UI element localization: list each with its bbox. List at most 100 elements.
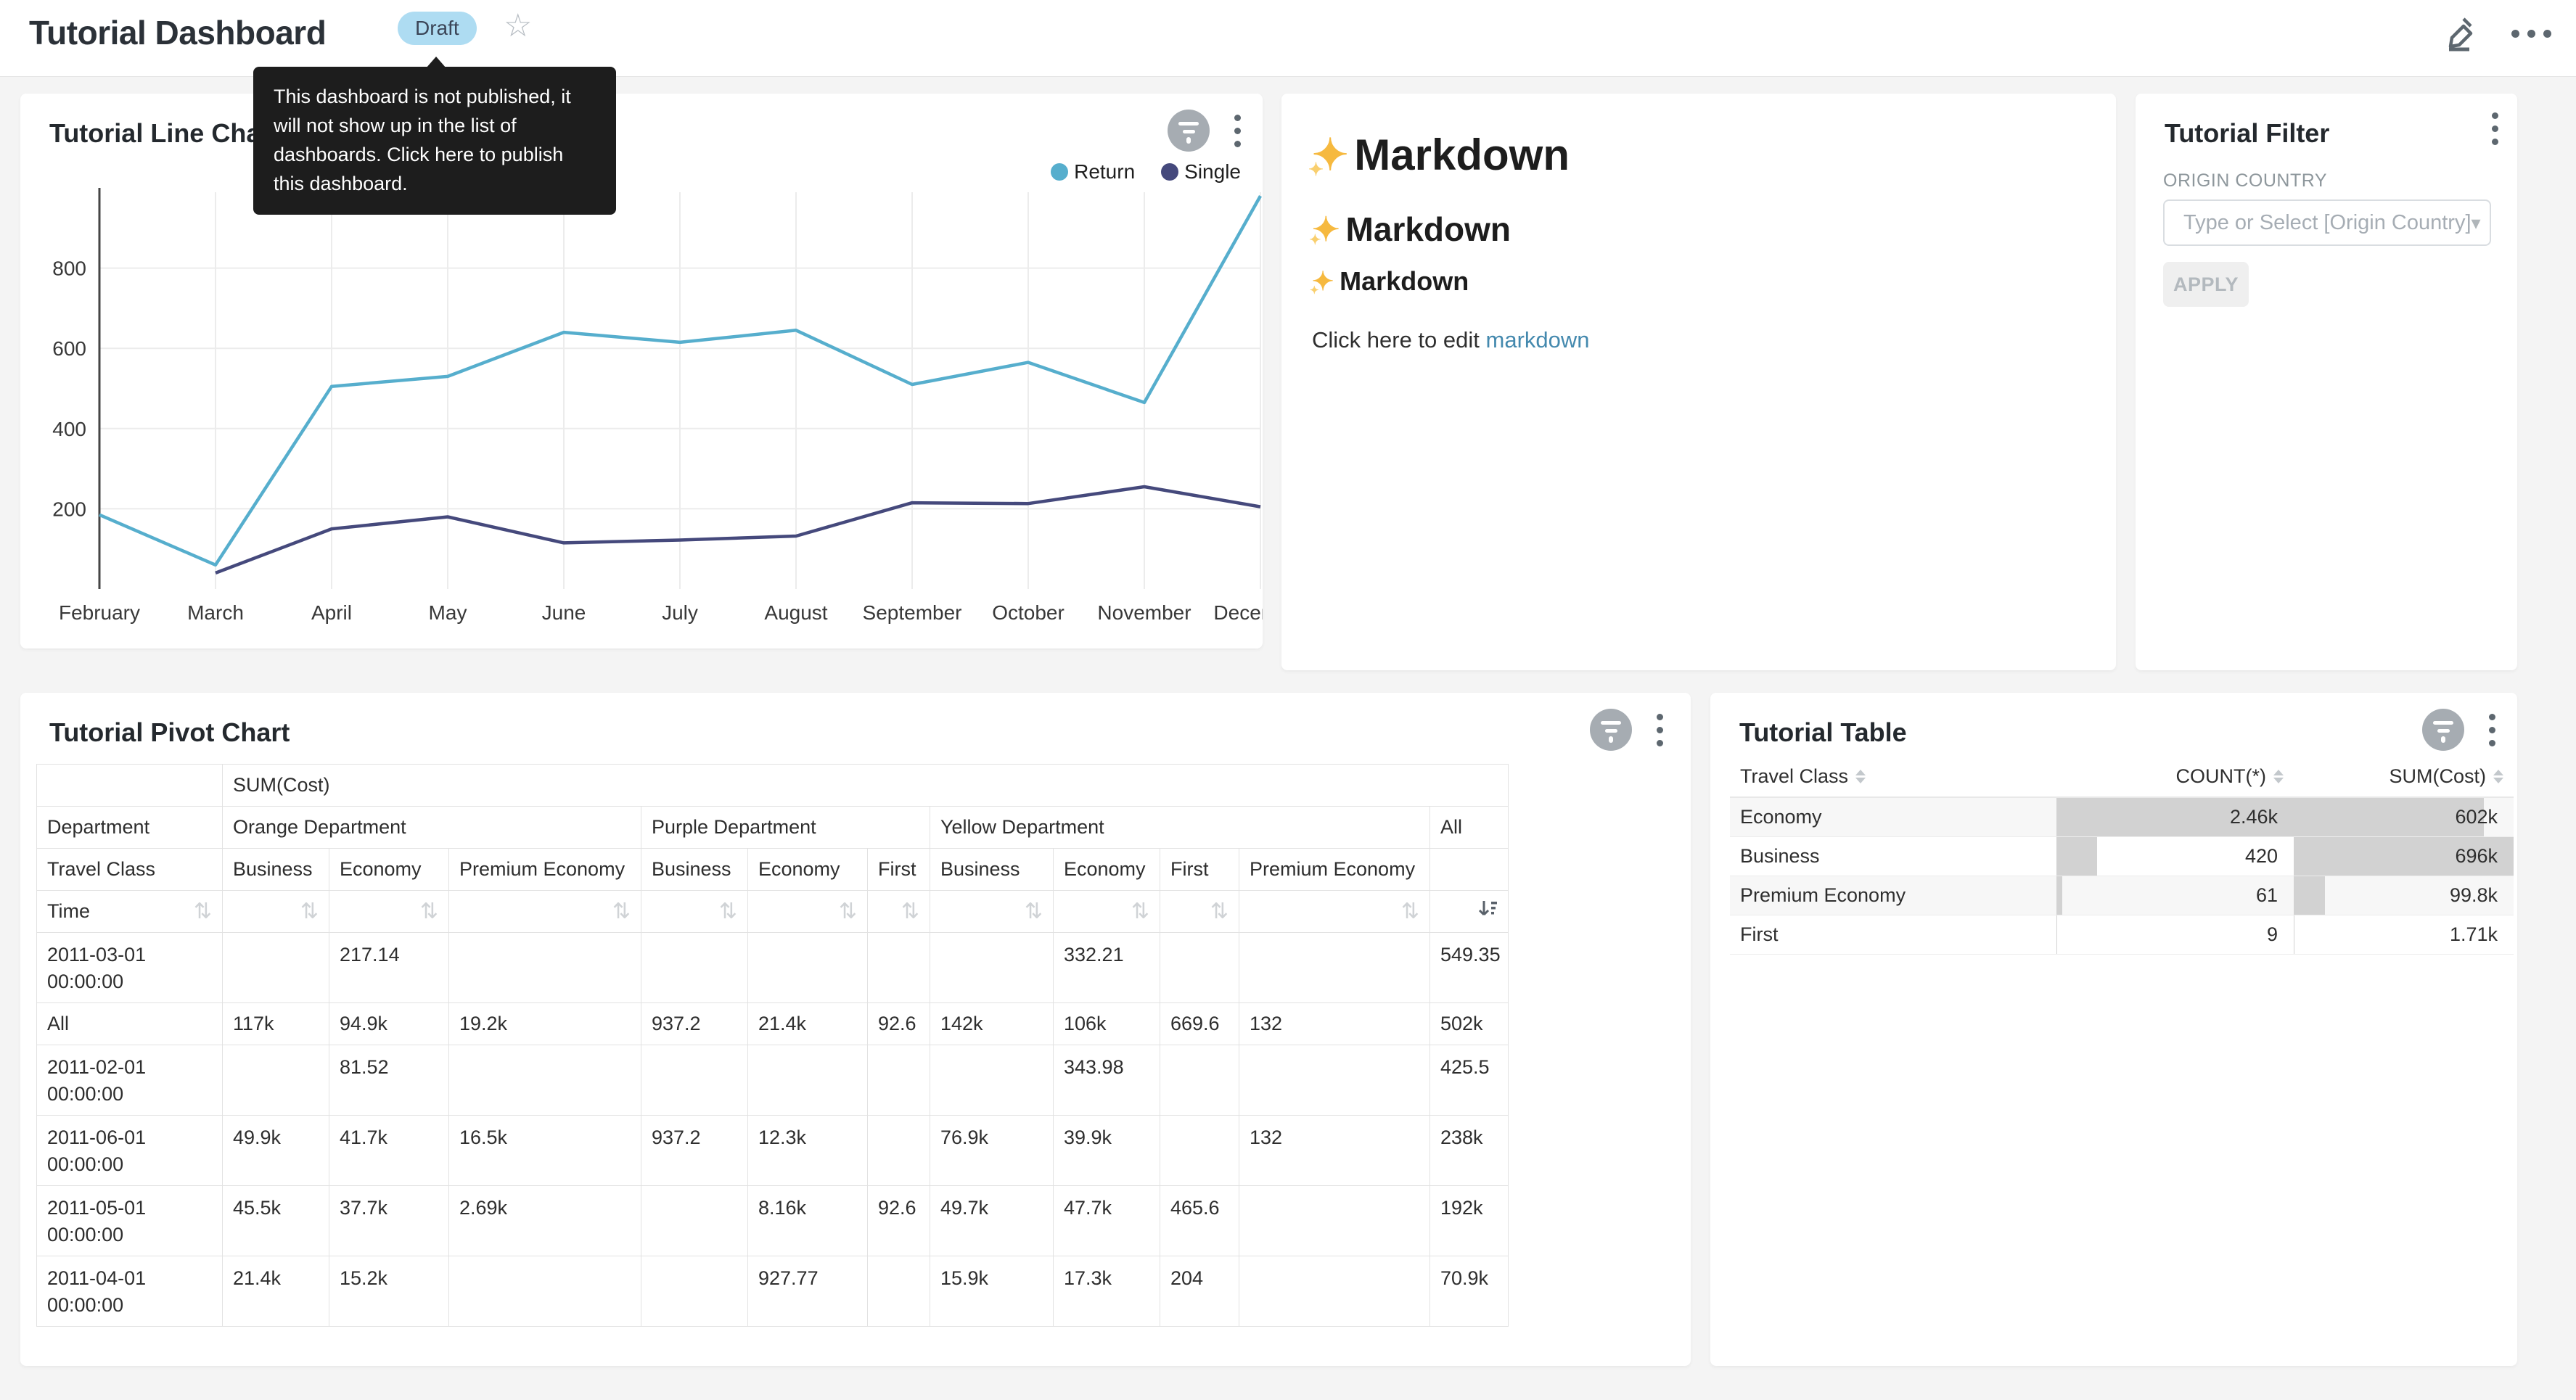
more-options-icon[interactable]: [2511, 12, 2551, 56]
legend-item-single[interactable]: Single: [1161, 160, 1241, 184]
sort-icon[interactable]: ⇅: [1210, 899, 1228, 924]
pivot-value-cell: 927.77: [748, 1256, 868, 1327]
x-axis-tick: June: [542, 601, 586, 624]
cross-filter-icon[interactable]: [1590, 709, 1632, 751]
panel-tutorial-table: Tutorial Table Travel ClassCOUNT(*)SUM(C…: [1710, 693, 2517, 1366]
markdown-h3: ✦Markdown: [1312, 266, 1469, 297]
pivot-value-cell: 332.21: [1054, 933, 1160, 1003]
pivot-row-label: 2011-06-0100:00:00: [37, 1116, 223, 1186]
sort-icon[interactable]: ⇅: [901, 899, 919, 924]
pivot-value-cell: [748, 1045, 868, 1116]
column-label: COUNT(*): [2176, 765, 2266, 788]
x-axis-tick: November: [1097, 601, 1191, 624]
edit-markdown-link[interactable]: markdown: [1486, 327, 1590, 353]
sorter-icon[interactable]: [1855, 770, 1866, 783]
sort-icon[interactable]: ⇅: [612, 899, 631, 924]
pivot-value-cell: [868, 1045, 930, 1116]
sort-desc-active-icon[interactable]: [1477, 898, 1498, 925]
chart-menu-icon[interactable]: [2486, 711, 2498, 749]
pivot-value-cell: 425.5: [1430, 1045, 1509, 1116]
sort-icon[interactable]: ⇅: [420, 899, 438, 924]
x-axis-tick: August: [764, 601, 827, 624]
pivot-value-cell: [641, 933, 748, 1003]
status-badge[interactable]: Draft: [398, 12, 477, 45]
pivot-class-header: First: [1160, 849, 1239, 891]
pivot-sort-cell: ⇅: [748, 891, 868, 933]
pivot-row: 2011-03-0100:00:00217.14332.21549.35: [37, 933, 1509, 1003]
pivot-value-cell: [1239, 933, 1430, 1003]
cross-filter-icon[interactable]: [2422, 709, 2464, 751]
chart-menu-icon[interactable]: [1231, 112, 1244, 150]
pivot-value-cell: 15.2k: [329, 1256, 449, 1327]
pivot-table: SUM(Cost)DepartmentOrange DepartmentPurp…: [36, 764, 1509, 1327]
cell-sum: 696k: [2294, 836, 2514, 876]
pivot-value-cell: [930, 933, 1054, 1003]
sorter-icon[interactable]: [2273, 770, 2284, 783]
pivot-value-cell: 15.9k: [930, 1256, 1054, 1327]
pivot-value-cell: 49.9k: [223, 1116, 329, 1186]
pivot-value-cell: 45.5k: [223, 1186, 329, 1256]
pivot-value-cell: 465.6: [1160, 1186, 1239, 1256]
cell-travel-class: Business: [1730, 836, 2056, 876]
pivot-class-header: Business: [641, 849, 748, 891]
pivot-row-label: All: [37, 1003, 223, 1045]
pivot-value-cell: [449, 1045, 641, 1116]
line-chart-title: Tutorial Line Chart: [49, 118, 279, 149]
pivot-value-cell: 8.16k: [748, 1186, 868, 1256]
pivot-value-cell: [868, 933, 930, 1003]
sort-icon[interactable]: ⇅: [194, 899, 212, 924]
column-label: SUM(Cost): [2390, 765, 2487, 788]
pivot-value-cell: [1239, 1045, 1430, 1116]
sorter-icon[interactable]: [2493, 770, 2503, 783]
pivot-value-cell: [930, 1045, 1054, 1116]
sort-icon[interactable]: ⇅: [839, 899, 857, 924]
column-header-sum-cost-[interactable]: SUM(Cost): [2294, 757, 2514, 797]
table-row: Business420696k: [1730, 836, 2514, 876]
edit-dashboard-icon[interactable]: [2439, 10, 2479, 57]
pivot-row: All117k94.9k19.2k937.221.4k92.6142k106k6…: [37, 1003, 1509, 1045]
column-header-count-[interactable]: COUNT(*): [2056, 757, 2294, 797]
dashboard-header: Tutorial Dashboard Draft ☆: [0, 0, 2576, 77]
sort-icon[interactable]: ⇅: [1025, 899, 1043, 924]
legend-dot: [1051, 163, 1068, 181]
sort-icon[interactable]: ⇅: [300, 899, 319, 924]
legend-item-return[interactable]: Return: [1051, 160, 1135, 184]
data-table: Travel ClassCOUNT(*)SUM(Cost)Economy2.46…: [1730, 757, 2514, 955]
y-axis-tick: 800: [52, 258, 86, 280]
y-axis-tick: 400: [52, 418, 86, 440]
publish-tooltip-text: This dashboard is not published, it will…: [274, 86, 571, 194]
chart-menu-icon[interactable]: [1654, 711, 1666, 749]
pivot-class-header: Economy: [329, 849, 449, 891]
sort-icon[interactable]: ⇅: [719, 899, 737, 924]
origin-country-label: ORIGIN COUNTRY: [2163, 170, 2327, 192]
column-header-travel-class[interactable]: Travel Class: [1730, 757, 2056, 797]
pivot-value-cell: 21.4k: [748, 1003, 868, 1045]
sort-icon[interactable]: ⇅: [1401, 899, 1419, 924]
legend-label: Single: [1184, 160, 1241, 184]
value-bar: [2056, 837, 2097, 876]
sparkles-icon: ✦: [1312, 130, 1348, 181]
pivot-row-label: 2011-02-0100:00:00: [37, 1045, 223, 1116]
x-axis-tick: March: [187, 601, 244, 624]
filter-menu-icon[interactable]: [2489, 110, 2501, 148]
pivot-value-cell: 217.14: [329, 933, 449, 1003]
pivot-value-cell: 937.2: [641, 1116, 748, 1186]
x-axis-tick: December: [1213, 601, 1263, 624]
cross-filter-icon[interactable]: [1168, 110, 1210, 152]
pivot-row-label: 2011-05-0100:00:00: [37, 1186, 223, 1256]
apply-button[interactable]: APPLY: [2163, 262, 2249, 307]
sort-icon[interactable]: ⇅: [1131, 899, 1149, 924]
pivot-value-cell: 92.6: [868, 1003, 930, 1045]
favorite-star-icon[interactable]: ☆: [504, 7, 532, 44]
pivot-time-header: Time⇅: [37, 891, 223, 933]
pivot-value-cell: 669.6: [1160, 1003, 1239, 1045]
legend-dot: [1161, 163, 1178, 181]
pivot-row: 2011-04-0100:00:0021.4k15.2k927.7715.9k1…: [37, 1256, 1509, 1327]
column-label: Travel Class: [1740, 765, 1848, 788]
pivot-value-cell: 549.35: [1430, 933, 1509, 1003]
origin-country-select[interactable]: Type or Select [Origin Country] ▾: [2163, 199, 2491, 246]
pivot-value-cell: 21.4k: [223, 1256, 329, 1327]
chevron-down-icon: ▾: [2472, 212, 2481, 234]
pivot-value-cell: 19.2k: [449, 1003, 641, 1045]
pivot-value-cell: 192k: [1430, 1186, 1509, 1256]
